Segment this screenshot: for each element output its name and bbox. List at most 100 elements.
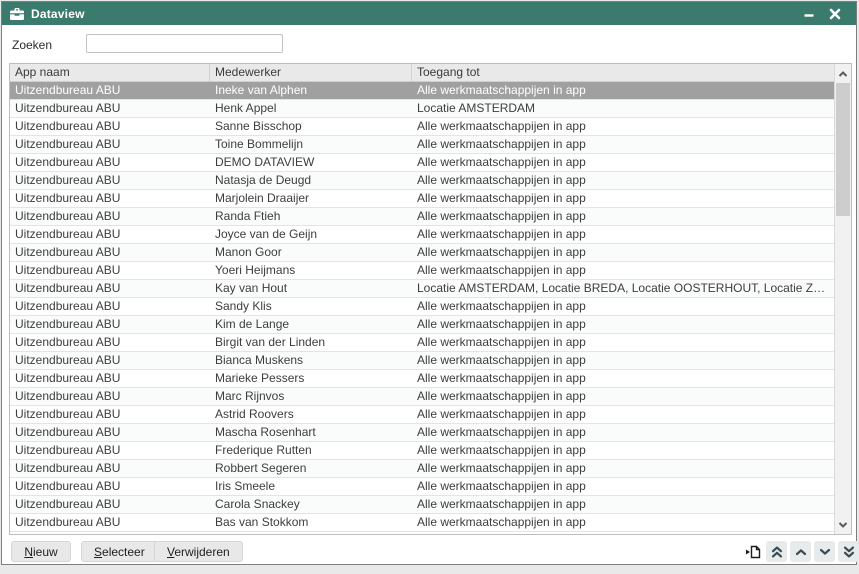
cell-toegang-tot: Alle werkmaatschappijen in app: [412, 352, 834, 369]
search-input[interactable]: [86, 34, 283, 53]
cell-medewerker: Astrid Roovers: [210, 406, 412, 423]
cell-app-naam: Uitzendbureau ABU: [10, 406, 210, 423]
table-row[interactable]: Uitzendbureau ABU Randa Ftieh Alle werkm…: [10, 208, 834, 226]
cell-app-naam: Uitzendbureau ABU: [10, 280, 210, 297]
table-row[interactable]: Uitzendbureau ABU Ineke van Alphen Alle …: [10, 82, 834, 100]
table-row[interactable]: Uitzendbureau ABU Frederique Rutten Alle…: [10, 442, 834, 460]
table-header-row: App naam Medewerker Toegang tot: [10, 64, 834, 82]
cell-app-naam: Uitzendbureau ABU: [10, 424, 210, 441]
table-row[interactable]: Uitzendbureau ABU Natasja de Deugd Alle …: [10, 172, 834, 190]
cell-app-naam: Uitzendbureau ABU: [10, 316, 210, 333]
cell-medewerker: Robbert Segeren: [210, 460, 412, 477]
cell-app-naam: Uitzendbureau ABU: [10, 370, 210, 387]
scroll-down-icon[interactable]: [835, 516, 851, 533]
table-body: Uitzendbureau ABU Ineke van Alphen Alle …: [10, 82, 834, 534]
cell-medewerker: Yoeri Heijmans: [210, 262, 412, 279]
cell-toegang-tot: Alle werkmaatschappijen in app: [412, 334, 834, 351]
cell-toegang-tot: Alle werkmaatschappijen in app: [412, 118, 834, 135]
cell-toegang-tot: Alle werkmaatschappijen in app: [412, 190, 834, 207]
cell-medewerker: Randa Ftieh: [210, 208, 412, 225]
verwijderen-button[interactable]: Verwijderen: [154, 541, 243, 562]
cell-medewerker: Bas van Stokkom: [210, 514, 412, 531]
cell-toegang-tot: Locatie AMSTERDAM: [412, 100, 834, 117]
table-row[interactable]: Uitzendbureau ABU Robbert Segeren Alle w…: [10, 460, 834, 478]
table-row[interactable]: Uitzendbureau ABU Iris Smeele Alle werkm…: [10, 478, 834, 496]
titlebar: Dataview: [2, 2, 856, 25]
cell-toegang-tot: Alle werkmaatschappijen in app: [412, 244, 834, 261]
export-record-icon[interactable]: [742, 541, 763, 562]
table-row[interactable]: Uitzendbureau ABU Kay van Hout Locatie A…: [10, 280, 834, 298]
cell-medewerker: Natasja de Deugd: [210, 172, 412, 189]
cell-medewerker: Iris Smeele: [210, 478, 412, 495]
previous-record-icon[interactable]: [790, 541, 811, 562]
cell-medewerker: Kim de Lange: [210, 316, 412, 333]
cell-medewerker: Frederique Rutten: [210, 442, 412, 459]
cell-toegang-tot: Alle werkmaatschappijen in app: [412, 388, 834, 405]
nieuw-button-label: N: [24, 545, 33, 559]
cell-app-naam: Uitzendbureau ABU: [10, 460, 210, 477]
nieuw-button[interactable]: Nieuw: [11, 541, 71, 562]
cell-toegang-tot: Alle werkmaatschappijen in app: [412, 370, 834, 387]
table-row[interactable]: Uitzendbureau ABU Birgit van der Linden …: [10, 334, 834, 352]
table-row[interactable]: Uitzendbureau ABU Marieke Pessers Alle w…: [10, 370, 834, 388]
first-record-icon[interactable]: [766, 541, 787, 562]
last-record-icon[interactable]: [838, 541, 859, 562]
cell-toegang-tot: Alle werkmaatschappijen in app: [412, 82, 834, 99]
selecteer-button[interactable]: Selecteer: [81, 541, 158, 562]
cell-medewerker: Bianca Muskens: [210, 352, 412, 369]
cell-app-naam: Uitzendbureau ABU: [10, 352, 210, 369]
cell-app-naam: Uitzendbureau ABU: [10, 442, 210, 459]
cell-medewerker: Ineke van Alphen: [210, 82, 412, 99]
table-row[interactable]: Uitzendbureau ABU Joyce van de Geijn All…: [10, 226, 834, 244]
cell-app-naam: Uitzendbureau ABU: [10, 208, 210, 225]
table-row[interactable]: Uitzendbureau ABU Marjolein Draaijer All…: [10, 190, 834, 208]
scrollbar-thumb[interactable]: [836, 83, 850, 216]
table-row[interactable]: Uitzendbureau ABU Sandy Klis Alle werkma…: [10, 298, 834, 316]
column-header-medewerker[interactable]: Medewerker: [210, 64, 412, 81]
table-row[interactable]: Uitzendbureau ABU Marc Rijnvos Alle werk…: [10, 388, 834, 406]
selecteer-button-label: S: [94, 545, 102, 559]
toolbox-icon: [10, 8, 24, 20]
table-row[interactable]: Uitzendbureau ABU Henk Appel Locatie AMS…: [10, 100, 834, 118]
next-record-icon[interactable]: [814, 541, 835, 562]
table-row[interactable]: Uitzendbureau ABU Sanne Bisschop Alle we…: [10, 118, 834, 136]
table-row[interactable]: Uitzendbureau ABU DEMO DATAVIEW Alle wer…: [10, 154, 834, 172]
column-header-toegang-tot[interactable]: Toegang tot: [412, 64, 834, 81]
cell-toegang-tot: Alle werkmaatschappijen in app: [412, 136, 834, 153]
cell-toegang-tot: Alle werkmaatschappijen in app: [412, 406, 834, 423]
table-row[interactable]: Uitzendbureau ABU Manon Goor Alle werkma…: [10, 244, 834, 262]
table-row[interactable]: Uitzendbureau ABU Bianca Muskens Alle we…: [10, 352, 834, 370]
cell-toegang-tot: Alle werkmaatschappijen in app: [412, 460, 834, 477]
table-row[interactable]: Uitzendbureau ABU Astrid Roovers Alle we…: [10, 406, 834, 424]
cell-medewerker: Manon Goor: [210, 244, 412, 261]
cell-toegang-tot: Alle werkmaatschappijen in app: [412, 316, 834, 333]
cell-app-naam: Uitzendbureau ABU: [10, 478, 210, 495]
cell-toegang-tot: Locatie AMSTERDAM, Locatie BREDA, Locati…: [412, 280, 834, 297]
cell-app-naam: Uitzendbureau ABU: [10, 172, 210, 189]
column-header-app-naam[interactable]: App naam: [10, 64, 210, 81]
cell-toegang-tot: Alle werkmaatschappijen in app: [412, 154, 834, 171]
cell-app-naam: Uitzendbureau ABU: [10, 154, 210, 171]
table-row[interactable]: Uitzendbureau ABU Mascha Rosenhart Alle …: [10, 424, 834, 442]
table-row[interactable]: Uitzendbureau ABU Carola Snackey Alle we…: [10, 496, 834, 514]
cell-app-naam: Uitzendbureau ABU: [10, 82, 210, 99]
cell-toegang-tot: Alle werkmaatschappijen in app: [412, 208, 834, 225]
cell-app-naam: Uitzendbureau ABU: [10, 388, 210, 405]
cell-medewerker: Henk Appel: [210, 100, 412, 117]
cell-app-naam: Uitzendbureau ABU: [10, 244, 210, 261]
cell-medewerker: Marjolein Draaijer: [210, 190, 412, 207]
cell-app-naam: Uitzendbureau ABU: [10, 334, 210, 351]
table-row[interactable]: Uitzendbureau ABU Kim de Lange Alle werk…: [10, 316, 834, 334]
table-row[interactable]: Uitzendbureau ABU Toine Bommelijn Alle w…: [10, 136, 834, 154]
minimize-button[interactable]: [796, 2, 822, 25]
close-button[interactable]: [822, 2, 848, 25]
cell-toegang-tot: Alle werkmaatschappijen in app: [412, 442, 834, 459]
scroll-up-icon[interactable]: [835, 65, 851, 82]
table-row[interactable]: Uitzendbureau ABU Yoeri Heijmans Alle we…: [10, 262, 834, 280]
cell-medewerker: DEMO DATAVIEW: [210, 154, 412, 171]
vertical-scrollbar[interactable]: [834, 64, 851, 534]
cell-medewerker: Kay van Hout: [210, 280, 412, 297]
cell-toegang-tot: Alle werkmaatschappijen in app: [412, 496, 834, 513]
cell-app-naam: Uitzendbureau ABU: [10, 118, 210, 135]
table-row[interactable]: Uitzendbureau ABU Bas van Stokkom Alle w…: [10, 514, 834, 532]
